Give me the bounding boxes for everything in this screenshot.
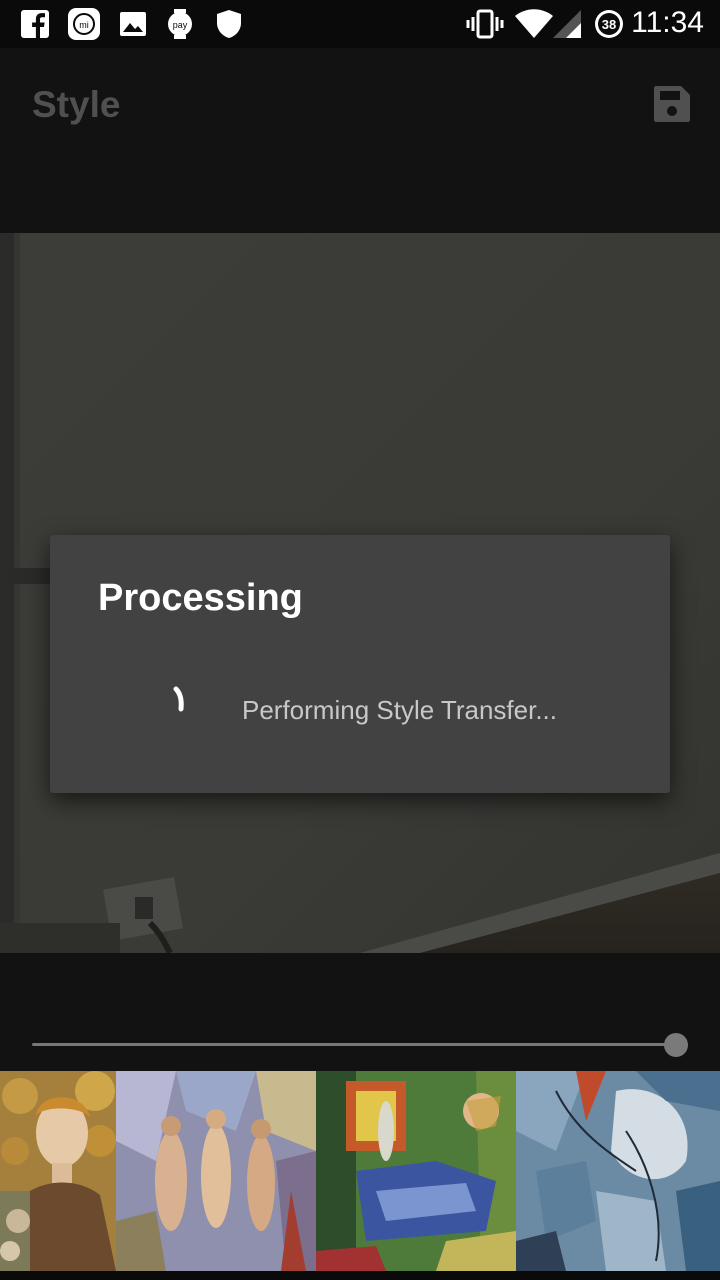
slider-thumb[interactable] <box>664 1033 688 1057</box>
save-icon <box>654 86 690 122</box>
style-thumbnail-strip[interactable] <box>0 1071 720 1271</box>
clock: 11:34 <box>631 6 704 39</box>
page-title: Style <box>32 84 121 125</box>
mi-fit-icon: mi <box>66 8 102 40</box>
svg-text:38: 38 <box>602 17 616 32</box>
save-button[interactable] <box>652 84 692 124</box>
slider-track[interactable] <box>32 1043 688 1046</box>
app-bar: Style <box>0 48 720 160</box>
svg-text:pay: pay <box>173 20 188 30</box>
wifi-icon <box>514 8 554 40</box>
style-thumbnail-picasso-woman-sleeping[interactable] <box>316 1071 516 1271</box>
pay-icon: pay <box>165 8 195 40</box>
battery-icon: 38 <box>593 8 625 40</box>
dialog-message: Performing Style Transfer... <box>242 695 558 725</box>
status-bar: mi pay 38 11:34 <box>0 0 720 48</box>
svg-text:mi: mi <box>79 20 89 30</box>
vibrate-icon <box>466 8 504 40</box>
style-strength-slider[interactable] <box>32 1030 688 1060</box>
shield-icon <box>214 8 244 40</box>
style-thumbnail-art-nouveau-portrait[interactable] <box>0 1071 116 1271</box>
dialog-title: Processing <box>98 577 303 619</box>
style-thumbnail-abstract-blue[interactable] <box>516 1071 720 1271</box>
bottom-edge <box>0 1271 720 1280</box>
facebook-icon <box>20 8 50 40</box>
signal-icon <box>552 8 582 40</box>
processing-dialog: Processing Performing Style Transfer... <box>50 535 670 793</box>
progress-spinner <box>168 685 196 713</box>
style-thumbnail-cubist-nudes[interactable] <box>116 1071 316 1271</box>
gallery-icon <box>118 8 148 40</box>
